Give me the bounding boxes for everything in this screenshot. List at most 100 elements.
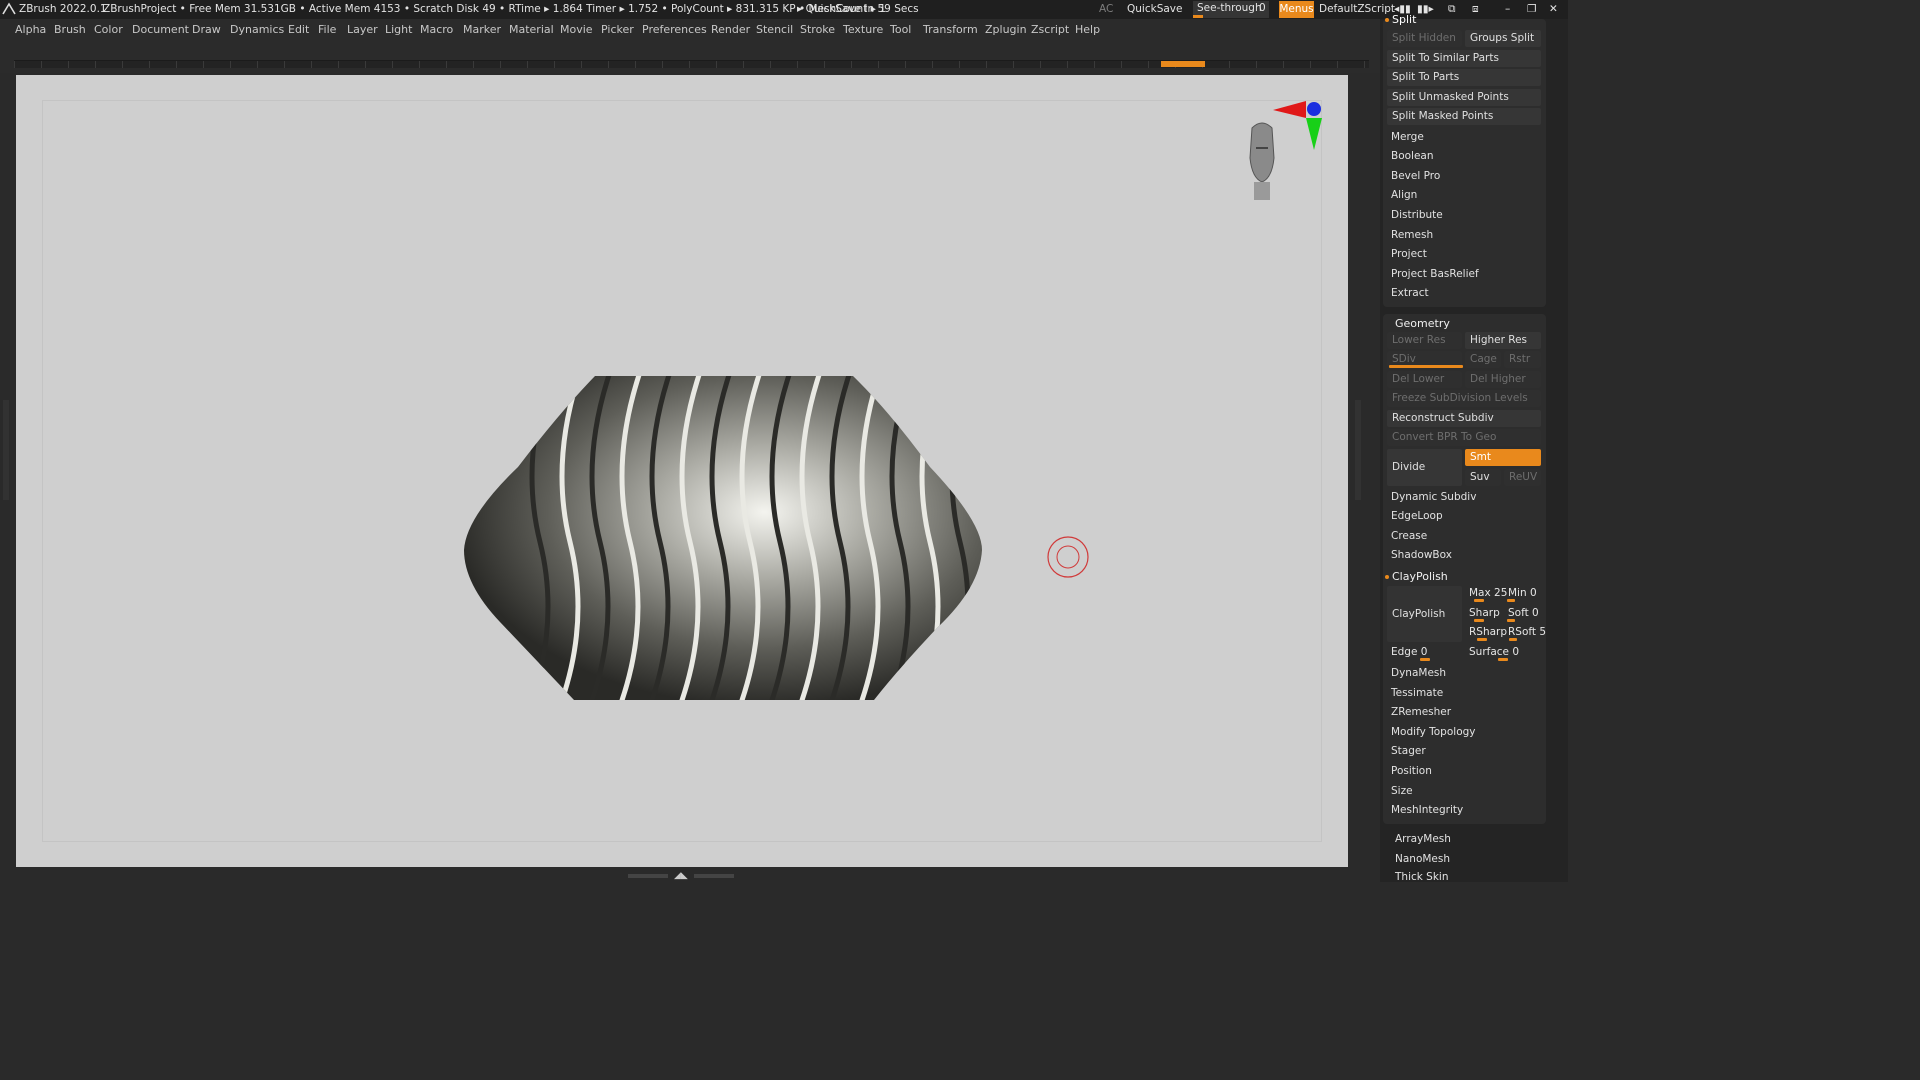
tessimate-item[interactable]: Tessimate	[1391, 684, 1443, 703]
reuv-button[interactable]: ReUV	[1504, 469, 1541, 486]
cage-button[interactable]: Cage	[1465, 351, 1501, 368]
split-masked-button[interactable]: Split Masked Points	[1387, 108, 1541, 125]
smt-toggle[interactable]: Smt	[1465, 449, 1541, 466]
split-similar-parts-button[interactable]: Split To Similar Parts	[1387, 50, 1541, 67]
default-zscript-button[interactable]: DefaultZScript	[1319, 3, 1395, 15]
tray-toggle-icon[interactable]: ◢◣	[674, 872, 688, 881]
menu-tool[interactable]: Tool	[890, 23, 911, 36]
higher-res-button[interactable]: Higher Res	[1465, 332, 1541, 349]
ac-button[interactable]: AC	[1099, 3, 1113, 15]
menu-texture[interactable]: Texture	[843, 23, 883, 36]
menu-zplugin[interactable]: Zplugin	[985, 23, 1027, 36]
meshintegrity-item[interactable]: MeshIntegrity	[1391, 801, 1463, 820]
distribute-item[interactable]: Distribute	[1391, 206, 1443, 225]
close-icon[interactable]: ✕	[1549, 3, 1558, 15]
project-basrelief-item[interactable]: Project BasRelief	[1391, 265, 1479, 284]
ui-layout-icon[interactable]: ⧉	[1448, 3, 1456, 16]
max-slider[interactable]: Max 25	[1469, 587, 1507, 599]
minimize-icon[interactable]: –	[1505, 3, 1510, 15]
layout-next-icon[interactable]: ▮▮▸	[1417, 3, 1434, 15]
menu-marker[interactable]: Marker	[463, 23, 501, 36]
ui-color-icon[interactable]: ⧈	[1472, 3, 1479, 16]
extract-item[interactable]: Extract	[1391, 284, 1429, 303]
menu-alpha[interactable]: Alpha	[15, 23, 46, 36]
menu-render[interactable]: Render	[711, 23, 750, 36]
menu-material[interactable]: Material	[509, 23, 554, 36]
rsoft-slider[interactable]: RSoft 5	[1508, 626, 1546, 638]
claypolish-title[interactable]: ClayPolish	[1385, 570, 1448, 583]
timeline-marker[interactable]	[1161, 61, 1205, 67]
split-to-parts-button[interactable]: Split To Parts	[1387, 69, 1541, 86]
restore-icon[interactable]: ❐	[1527, 3, 1536, 15]
bevel-pro-item[interactable]: Bevel Pro	[1391, 167, 1440, 186]
remesh-item[interactable]: Remesh	[1391, 226, 1433, 245]
position-item[interactable]: Position	[1391, 762, 1432, 781]
nanomesh-item[interactable]: NanoMesh	[1395, 850, 1450, 869]
surface-slider[interactable]: Surface 0	[1469, 646, 1519, 658]
convert-bpr-button[interactable]: Convert BPR To Geo	[1387, 429, 1541, 446]
stager-item[interactable]: Stager	[1391, 742, 1426, 761]
reconstruct-subdiv-button[interactable]: Reconstruct Subdiv	[1387, 410, 1541, 427]
see-through-slider[interactable]: See-through 0	[1193, 1, 1269, 18]
menu-dynamics[interactable]: Dynamics	[230, 23, 284, 36]
suv-toggle[interactable]: Suv	[1465, 469, 1501, 486]
arraymesh-item[interactable]: ArrayMesh	[1395, 830, 1451, 849]
menu-preferences[interactable]: Preferences	[642, 23, 707, 36]
menus-button[interactable]: Menus	[1279, 1, 1314, 18]
bottom-tray-handle[interactable]: ◢◣	[628, 872, 734, 881]
crease-item[interactable]: Crease	[1391, 527, 1427, 546]
menu-color[interactable]: Color	[94, 23, 123, 36]
split-unmasked-button[interactable]: Split Unmasked Points	[1387, 89, 1541, 106]
left-tray-handle[interactable]	[3, 400, 9, 500]
size-item[interactable]: Size	[1391, 782, 1413, 801]
menu-stroke[interactable]: Stroke	[800, 23, 835, 36]
menu-layer[interactable]: Layer	[347, 23, 378, 36]
edgeloop-item[interactable]: EdgeLoop	[1391, 507, 1443, 526]
zremesher-item[interactable]: ZRemesher	[1391, 703, 1451, 722]
timeline-tick	[1364, 61, 1365, 68]
shadowbox-item[interactable]: ShadowBox	[1391, 546, 1452, 565]
project-item[interactable]: Project	[1391, 245, 1427, 264]
groups-split-button[interactable]: Groups Split	[1465, 30, 1541, 47]
dynamic-subdiv-item[interactable]: Dynamic Subdiv	[1391, 488, 1476, 507]
min-slider[interactable]: Min 0	[1508, 587, 1537, 599]
menu-macro[interactable]: Macro	[420, 23, 453, 36]
boolean-item[interactable]: Boolean	[1391, 147, 1434, 166]
navigation-gizmo-icon[interactable]	[1238, 98, 1328, 204]
geometry-title[interactable]: Geometry	[1395, 317, 1450, 330]
right-tray-handle[interactable]	[1355, 400, 1361, 500]
freeze-subdivision-button[interactable]: Freeze SubDivision Levels	[1387, 390, 1541, 407]
dynamesh-item[interactable]: DynaMesh	[1391, 664, 1446, 683]
split-hidden-button[interactable]: Split Hidden	[1387, 30, 1462, 47]
vase-model[interactable]	[460, 372, 988, 706]
menu-stencil[interactable]: Stencil	[756, 23, 793, 36]
menu-document[interactable]: Document	[132, 23, 189, 36]
menu-picker[interactable]: Picker	[601, 23, 634, 36]
quicksave-button[interactable]: QuickSave	[1127, 3, 1182, 15]
menu-movie[interactable]: Movie	[560, 23, 593, 36]
menu-help[interactable]: Help	[1075, 23, 1100, 36]
divide-button[interactable]: Divide	[1387, 449, 1462, 486]
menu-draw[interactable]: Draw	[192, 23, 221, 36]
timeline-tick	[932, 61, 933, 68]
align-item[interactable]: Align	[1391, 186, 1417, 205]
rstr-button[interactable]: Rstr	[1504, 351, 1541, 368]
menu-file[interactable]: File	[318, 23, 336, 36]
sharp-slider[interactable]: Sharp	[1469, 607, 1500, 619]
lower-res-button[interactable]: Lower Res	[1387, 332, 1462, 349]
modify-topology-item[interactable]: Modify Topology	[1391, 723, 1476, 742]
rsharp-slider[interactable]: RSharp	[1469, 626, 1507, 638]
menu-brush[interactable]: Brush	[54, 23, 86, 36]
edge-slider[interactable]: Edge 0	[1391, 646, 1427, 658]
soft-slider[interactable]: Soft 0	[1508, 607, 1539, 619]
del-lower-button[interactable]: Del Lower	[1387, 371, 1462, 388]
menu-edit[interactable]: Edit	[288, 23, 309, 36]
menu-light[interactable]: Light	[385, 23, 412, 36]
thick-skin-item[interactable]: Thick Skin	[1395, 868, 1449, 887]
del-higher-button[interactable]: Del Higher	[1465, 371, 1541, 388]
menu-transform[interactable]: Transform	[923, 23, 978, 36]
merge-item[interactable]: Merge	[1391, 128, 1424, 147]
split-title[interactable]: Split	[1385, 13, 1416, 26]
claypolish-button[interactable]: ClayPolish	[1387, 586, 1462, 642]
menu-zscript[interactable]: Zscript	[1031, 23, 1069, 36]
